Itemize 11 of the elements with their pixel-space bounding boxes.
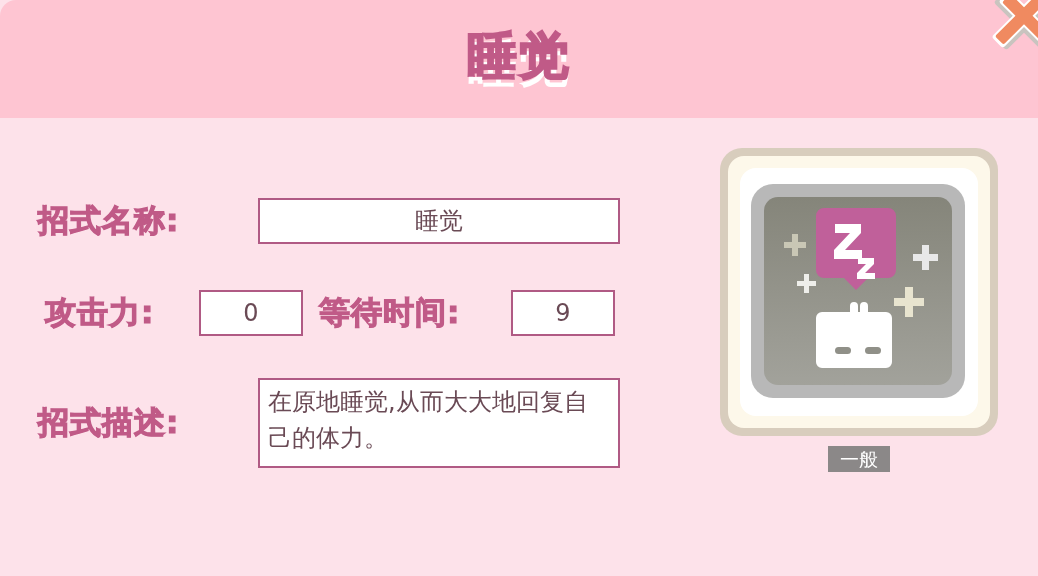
field-label: 招式描述: bbox=[38, 403, 181, 442]
sleep-skill-icon bbox=[718, 146, 1000, 438]
field-label: 攻击力: bbox=[43, 293, 156, 332]
wait-time-field: 9 bbox=[511, 290, 615, 336]
description-field: 在原地睡觉,从而大大地回复自己的体力。 bbox=[258, 378, 620, 468]
name-field: 睡觉 bbox=[258, 198, 620, 244]
field-label: 等待时间: bbox=[319, 293, 462, 332]
attack-field: 0 bbox=[199, 290, 303, 336]
dialog-title: 睡觉 bbox=[467, 25, 571, 87]
field-label: 招式名称: bbox=[38, 201, 181, 240]
rarity-badge: 一般 bbox=[828, 446, 890, 472]
